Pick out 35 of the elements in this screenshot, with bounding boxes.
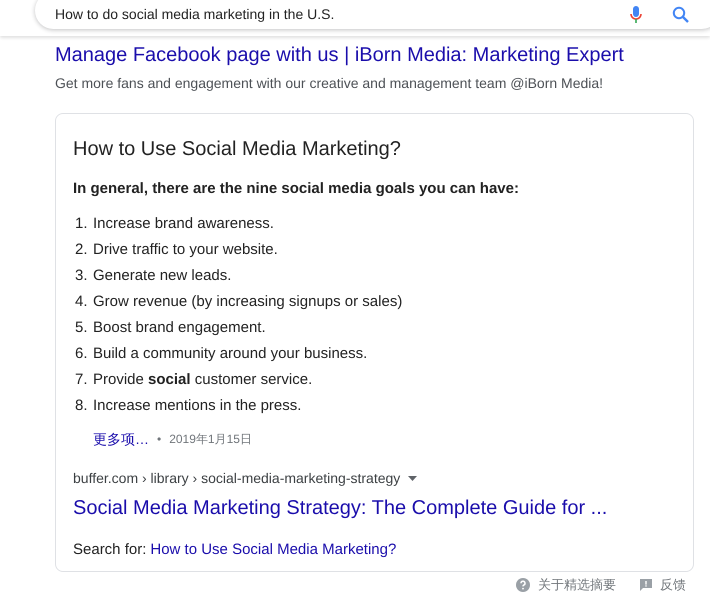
list-item: Boost brand engagement. (93, 318, 266, 338)
list-item: Drive traffic to your website. (93, 240, 278, 260)
list-number: 6. (75, 344, 89, 364)
search-field[interactable]: How to do social media marketing in the U.S. (55, 4, 630, 25)
separator-dot: • (157, 431, 162, 448)
list-item: Grow revenue (by increasing signups or sales) (93, 292, 402, 312)
microphone-icon[interactable] (630, 6, 642, 24)
list-number: 8. (75, 396, 89, 416)
list-number: 7. (75, 370, 89, 390)
snippet-heading: How to Use Social Media Marketing? (73, 137, 402, 162)
list-number: 5. (75, 318, 89, 338)
ad-title-link[interactable]: Manage Facebook page with us | iBorn Media: Marketing Expert (55, 40, 624, 70)
list-number: 2. (75, 240, 89, 260)
list-number: 3. (75, 266, 89, 286)
list-item: Increase mentions in the press. (93, 396, 302, 416)
caret-icon[interactable] (408, 476, 418, 480)
list-number: 1. (75, 214, 89, 234)
snippet-intro: In general, there are the nine social media goals you can have: (73, 179, 520, 199)
result-title-link[interactable]: Social Media Marketing Strategy: The Complete Guide for ... (73, 492, 608, 522)
list-number: 4. (75, 292, 89, 312)
list-item: Generate new leads. (93, 266, 232, 286)
ad-description: Get more fans and engagement with our creative and management team @iBorn Media! (55, 74, 604, 93)
list-item: Increase brand awareness. (93, 214, 274, 234)
breadcrumb: buffer.com › library › social-media-marketing-strategy (73, 468, 400, 488)
search-for-label: Search for: (73, 540, 146, 560)
list-item: Provide social customer service. (93, 370, 312, 390)
feedback-icon[interactable] (640, 578, 652, 591)
feedback-link[interactable]: 反馈 (660, 575, 686, 594)
search-icon[interactable] (672, 6, 690, 24)
more-items-link[interactable]: 更多项… (93, 428, 149, 450)
snippet-date: 2019年1月15日 (169, 431, 252, 448)
help-icon[interactable] (516, 578, 530, 592)
search-for-link[interactable]: How to Use Social Media Marketing? (150, 538, 396, 561)
list-item: Build a community around your business. (93, 344, 368, 364)
about-snippets-link[interactable]: 关于精选摘要 (538, 575, 616, 594)
